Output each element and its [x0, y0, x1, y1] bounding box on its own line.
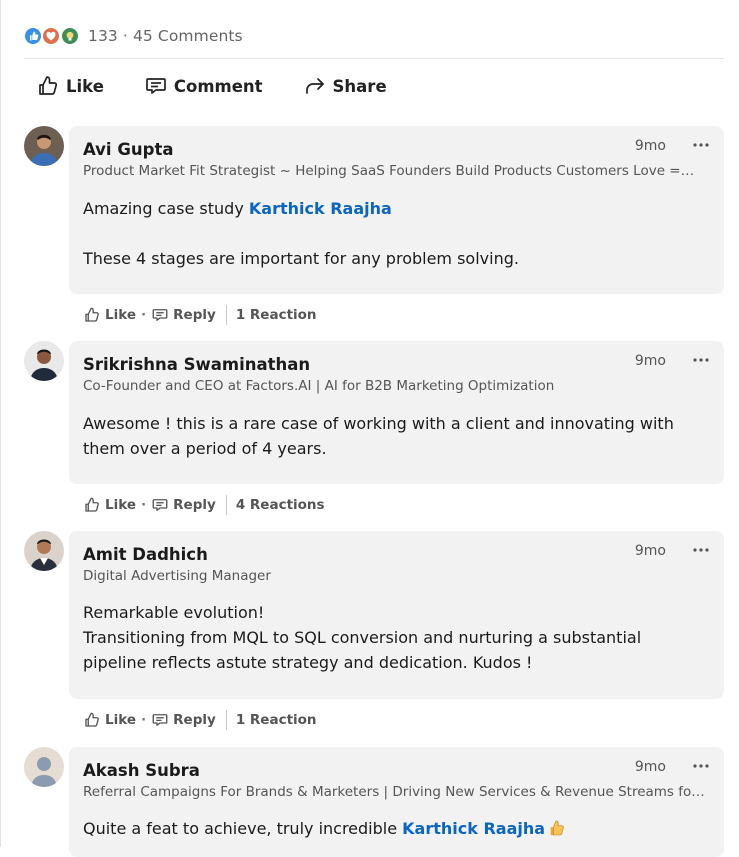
thumbs-up-icon — [85, 497, 99, 512]
reply-icon — [152, 714, 168, 726]
thumbs-up-icon — [85, 307, 99, 322]
comment-body: Amazing case study Karthick Raajha — [83, 196, 693, 221]
commenter-headline: Co-Founder and CEO at Factors.AI | AI fo… — [83, 378, 555, 394]
comment-time: 9mo — [634, 543, 666, 559]
like-label: Like — [105, 307, 137, 323]
ellipsis-icon — [693, 548, 709, 552]
reaction-icons — [24, 25, 84, 47]
avatar[interactable] — [24, 341, 64, 381]
comment-bubble: Amit Dadhich Digital Advertising Manager… — [69, 531, 724, 699]
comment-bubble: Srikrishna Swaminathan Co-Founder and CE… — [69, 341, 724, 484]
divider — [225, 305, 227, 325]
commenter-name[interactable]: Amit Dadhich — [83, 545, 208, 564]
share-icon — [305, 78, 324, 94]
share-label: Share — [332, 76, 387, 96]
comment-paragraph: These 4 stages are important for any pro… — [83, 249, 519, 268]
reaction-count[interactable]: 1 Reaction — [236, 307, 317, 323]
comment-time: 9mo — [634, 138, 666, 154]
reaction-comment-counts[interactable]: 133 · 45 Comments — [88, 27, 243, 45]
separator-dot: · — [141, 307, 147, 323]
reply-label: Reply — [173, 712, 216, 728]
love-reaction-icon — [42, 27, 60, 45]
comment-reply-button[interactable]: Reply — [151, 711, 216, 729]
mention-link[interactable]: Karthick Raajha — [249, 199, 392, 218]
separator-dot: · — [141, 712, 147, 728]
comment-text: Quite a feat to achieve, truly incredibl… — [83, 819, 403, 838]
comment-text: Amazing case study — [83, 199, 249, 218]
comment-icon — [146, 78, 166, 94]
comment-body: Quite a feat to achieve, truly incredibl… — [83, 816, 693, 841]
thumbs-up-icon — [85, 712, 99, 727]
divider — [24, 58, 724, 59]
commenter-headline: Digital Advertising Manager — [83, 568, 271, 584]
comment-actions: Like · Reply 1 Reaction — [83, 709, 317, 731]
comment-like-button[interactable]: Like — [83, 496, 136, 514]
mention-link[interactable]: Karthick Raajha — [402, 819, 545, 838]
divider — [225, 495, 227, 515]
comment-item: Amit Dadhich Digital Advertising Manager… — [24, 531, 724, 736]
comment-body-line: Remarkable evolution! — [83, 603, 265, 622]
reply-label: Reply — [173, 307, 216, 323]
more-options-button[interactable] — [692, 136, 710, 154]
comment-body: Transitioning from MQL to SQL conversion… — [83, 628, 642, 672]
comment-bubble: Avi Gupta Product Market Fit Strategist … — [69, 126, 724, 294]
reply-icon — [152, 309, 168, 321]
reply-label: Reply — [173, 497, 216, 513]
comment-bubble: Akash Subra Referral Campaigns For Brand… — [69, 747, 724, 857]
comment-button[interactable]: Comment — [144, 74, 263, 98]
comment-item: Srikrishna Swaminathan Co-Founder and CE… — [24, 341, 724, 521]
avatar[interactable] — [24, 126, 64, 166]
more-options-button[interactable] — [692, 541, 710, 559]
comment-actions: Like · Reply 4 Reactions — [83, 494, 325, 516]
social-counts-bar[interactable]: 133 · 45 Comments — [24, 24, 243, 48]
commenter-headline: Referral Campaigns For Brands & Marketer… — [83, 784, 705, 800]
ellipsis-icon — [693, 764, 709, 768]
comment-like-button[interactable]: Like — [83, 306, 136, 324]
share-button[interactable]: Share — [303, 74, 387, 98]
like-button[interactable]: Like — [36, 74, 104, 98]
commenter-name[interactable]: Avi Gupta — [83, 140, 173, 159]
comment-body: Awesome ! this is a rare case of working… — [83, 414, 674, 458]
thumbs-up-emoji-icon — [550, 820, 564, 836]
commenter-headline: Product Market Fit Strategist ~ Helping … — [83, 163, 705, 179]
reply-icon — [152, 499, 168, 511]
like-label: Like — [105, 497, 137, 513]
comment-item: Akash Subra Referral Campaigns For Brand… — [24, 747, 724, 857]
avatar[interactable] — [24, 531, 64, 571]
comment-label: Comment — [173, 76, 263, 96]
ellipsis-icon — [693, 358, 709, 362]
comment-time: 9mo — [634, 759, 666, 775]
ellipsis-icon — [693, 143, 709, 147]
comment-reply-button[interactable]: Reply — [151, 496, 216, 514]
comment-actions: Like · Reply 1 Reaction — [83, 304, 317, 326]
comment-like-button[interactable]: Like — [83, 711, 136, 729]
thumbs-up-icon — [39, 76, 58, 95]
post-actions: Like Comment Share — [36, 68, 427, 104]
insightful-reaction-icon — [61, 27, 79, 45]
separator-dot: · — [141, 497, 147, 513]
reaction-count[interactable]: 4 Reactions — [236, 497, 325, 513]
commenter-name[interactable]: Srikrishna Swaminathan — [83, 355, 310, 374]
avatar[interactable] — [24, 747, 64, 787]
left-border — [0, 0, 1, 847]
more-options-button[interactable] — [692, 351, 710, 369]
reaction-count[interactable]: 1 Reaction — [236, 712, 317, 728]
commenter-name[interactable]: Akash Subra — [83, 761, 200, 780]
comment-time: 9mo — [634, 353, 666, 369]
like-label: Like — [105, 712, 137, 728]
divider — [225, 710, 227, 730]
comment-reply-button[interactable]: Reply — [151, 306, 216, 324]
comment-item: Avi Gupta Product Market Fit Strategist … — [24, 126, 724, 326]
like-label: Like — [66, 76, 104, 96]
like-reaction-icon — [24, 27, 42, 45]
more-options-button[interactable] — [692, 757, 710, 775]
